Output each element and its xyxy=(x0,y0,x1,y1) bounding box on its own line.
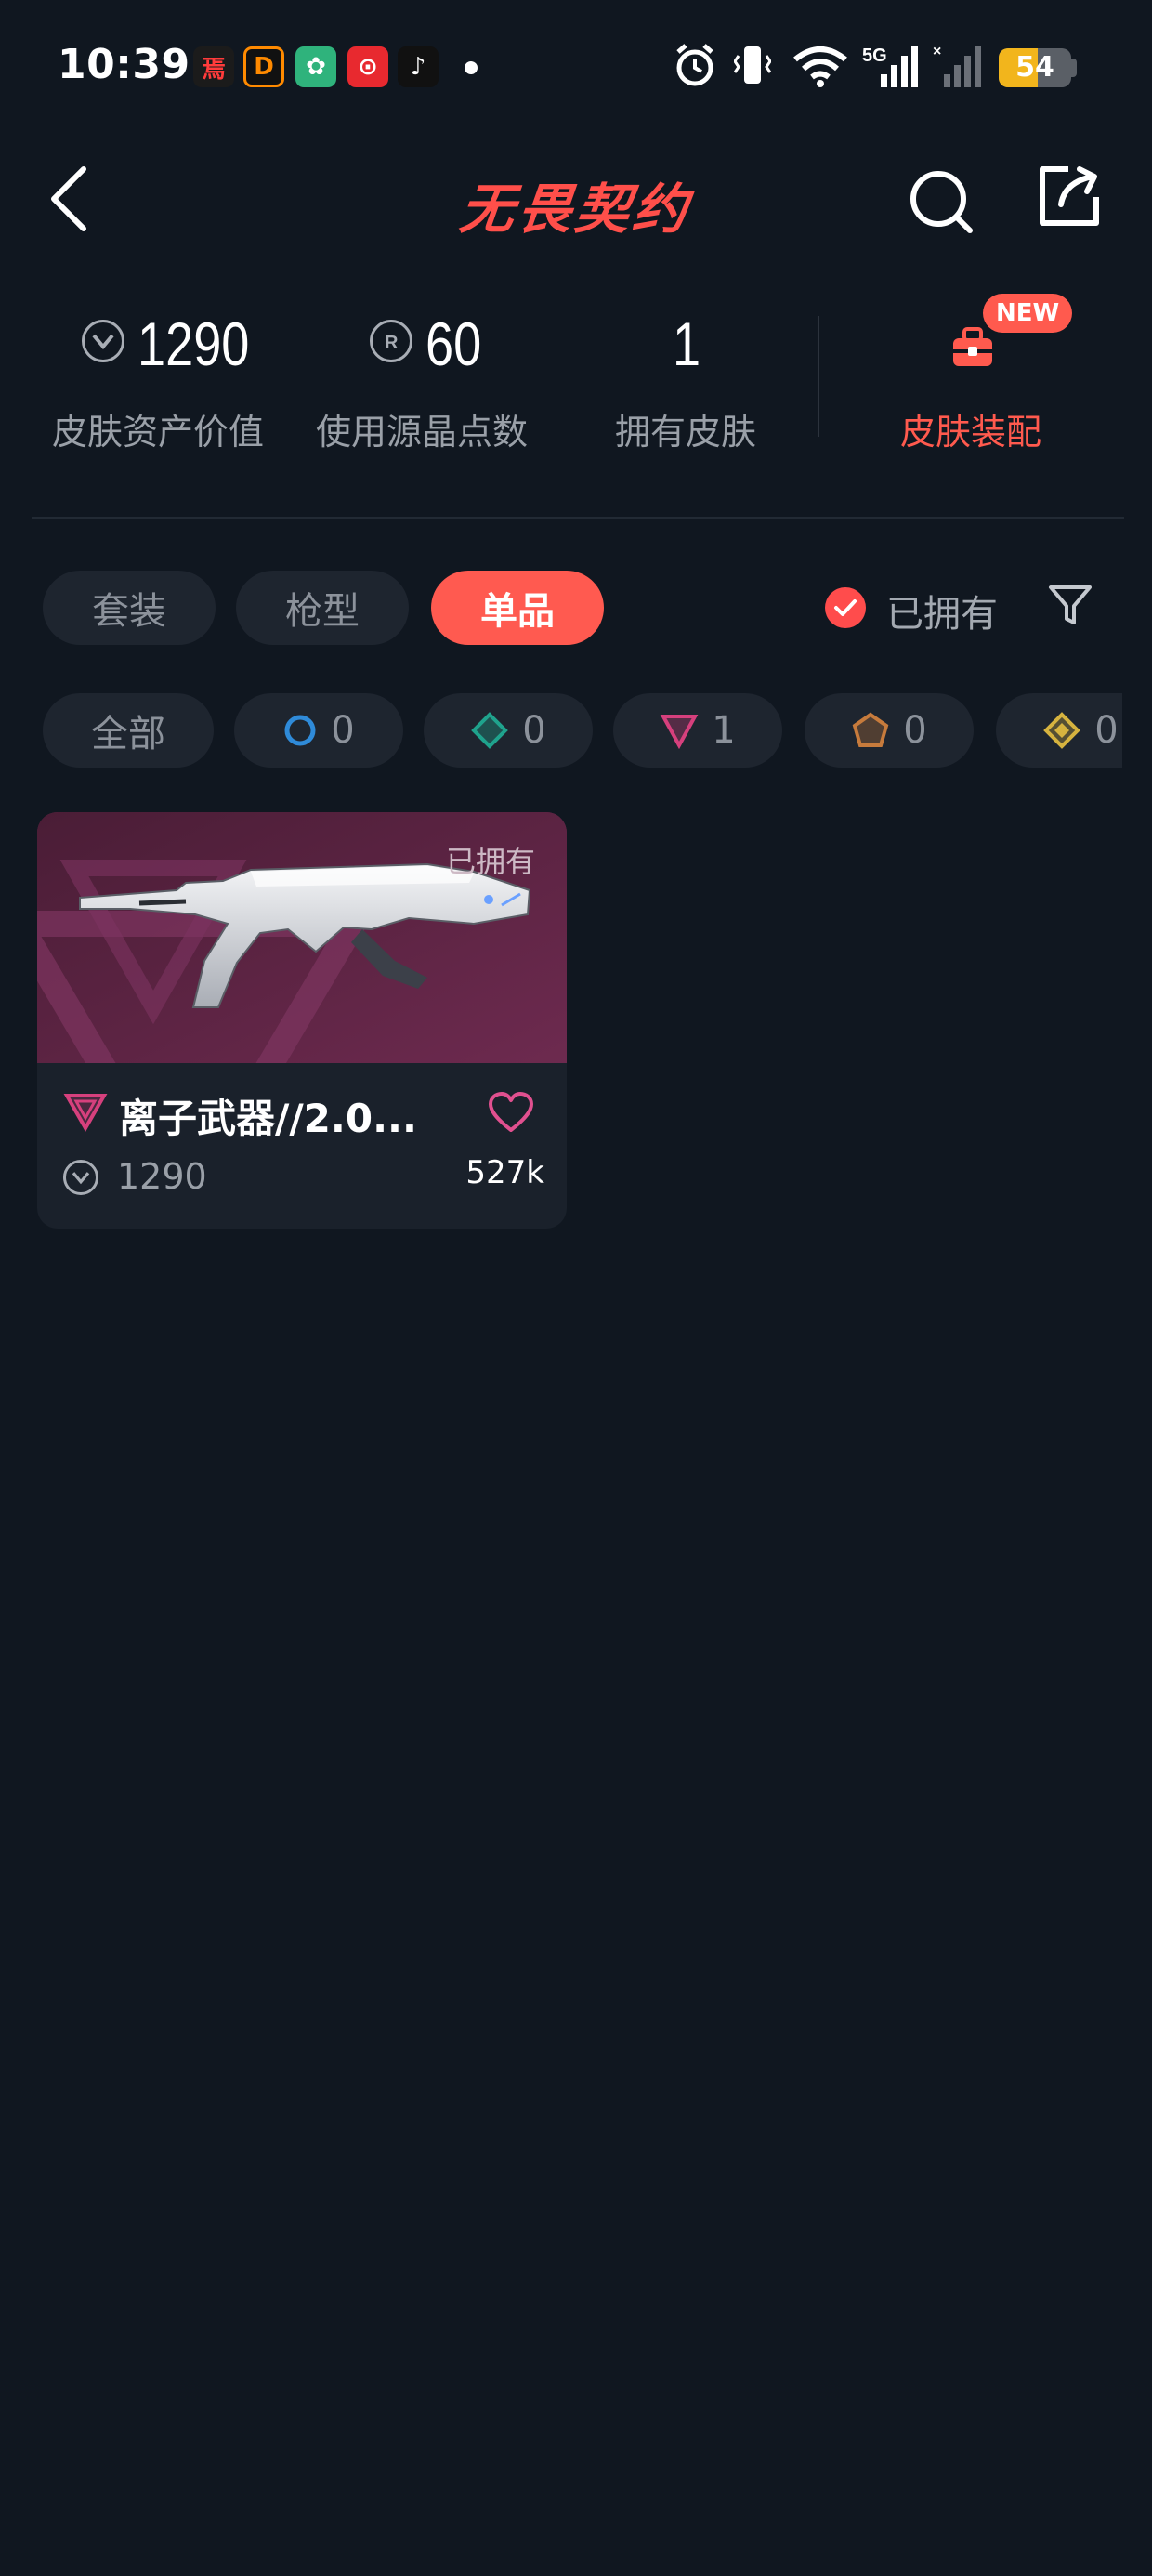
stat-value-asset: 1290 xyxy=(137,309,250,378)
stats-divider xyxy=(818,316,819,437)
search-icon[interactable] xyxy=(907,167,975,236)
new-badge: NEW xyxy=(983,294,1073,333)
stat-label-asset: 皮肤资产价值 xyxy=(51,412,264,453)
loadout-label[interactable]: 皮肤装配 xyxy=(873,403,1068,454)
tab-single-item[interactable]: 单品 xyxy=(431,571,604,645)
back-icon[interactable] xyxy=(43,164,98,234)
rarity-chip-exclusive[interactable]: 0 xyxy=(805,693,974,768)
status-time: 10:39 xyxy=(58,41,190,88)
vibrate-icon xyxy=(734,46,771,84)
stat-value-radianite: 60 xyxy=(425,309,482,378)
stat-value-owned: 1 xyxy=(673,309,701,378)
app-notification-icon: 焉 xyxy=(193,46,234,87)
app-notification-icon: ✿ xyxy=(295,46,336,87)
owned-filter-checkbox[interactable] xyxy=(825,587,866,628)
rarity-chip-premium[interactable]: 1 xyxy=(613,693,782,768)
ultra-tier-icon xyxy=(1043,712,1081,749)
battery-tip xyxy=(1071,59,1077,77)
tab-bundle[interactable]: 套装 xyxy=(43,571,216,645)
tiktok-icon: ♪ xyxy=(398,46,439,87)
signal-5g-icon: 5G xyxy=(862,46,918,87)
owned-filter-label[interactable]: 已拥有 xyxy=(886,584,998,637)
more-notifications-icon xyxy=(465,61,478,74)
skin-image: 已拥有 xyxy=(37,812,567,1063)
stat-label-owned: 拥有皮肤 xyxy=(614,412,756,453)
radianite-points-icon: R xyxy=(370,320,412,362)
valorant-points-icon xyxy=(82,320,124,362)
stat-label-radianite: 使用源晶点数 xyxy=(315,412,528,453)
rarity-chip-select[interactable]: 0 xyxy=(234,693,403,768)
rarity-chip-deluxe[interactable]: 0 xyxy=(424,693,593,768)
heart-icon[interactable] xyxy=(487,1091,535,1136)
deluxe-tier-icon xyxy=(471,712,509,749)
svg-text:5G: 5G xyxy=(862,46,887,66)
svg-text:R: R xyxy=(385,333,399,353)
premium-tier-icon xyxy=(660,715,699,749)
app-notification-icon: D xyxy=(243,46,284,87)
premium-tier-icon xyxy=(63,1094,108,1132)
skin-price: 1290 xyxy=(117,1156,207,1197)
netease-music-icon: ⊙ xyxy=(347,46,388,87)
skin-card[interactable]: 已拥有 离子武器//2.0... 1290 527k xyxy=(37,812,567,1229)
rarity-chip-all[interactable]: 全部 xyxy=(43,693,214,768)
valorant-points-icon xyxy=(63,1160,98,1195)
skin-name: 离子武器//2.0... xyxy=(119,1096,417,1141)
share-icon[interactable] xyxy=(1037,164,1102,229)
tab-weapon-type[interactable]: 枪型 xyxy=(236,571,409,645)
wifi-icon xyxy=(793,46,847,87)
filter-icon[interactable] xyxy=(1046,582,1094,630)
battery-indicator: 54 xyxy=(999,48,1071,87)
svg-text:×: × xyxy=(933,44,941,59)
owned-tag: 已拥有 xyxy=(445,844,535,879)
like-count: 527k xyxy=(465,1154,544,1191)
exclusive-tier-icon xyxy=(852,712,889,747)
chip-scroll-edge xyxy=(1122,688,1152,777)
page-title: 无畏契约 xyxy=(456,177,695,241)
signal-no-service-icon: × xyxy=(933,44,981,87)
select-tier-icon xyxy=(284,715,316,746)
section-divider xyxy=(32,517,1124,519)
alarm-icon xyxy=(676,44,713,86)
